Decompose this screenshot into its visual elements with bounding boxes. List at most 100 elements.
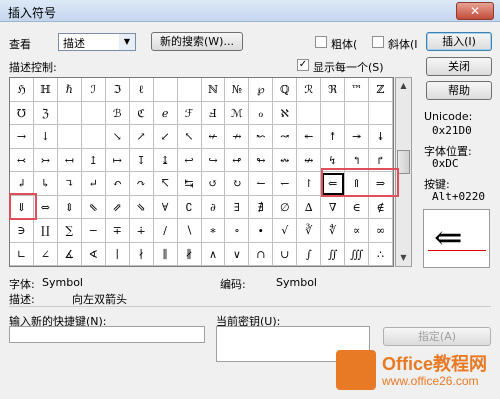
symbol-cell[interactable]: ↜ — [249, 125, 274, 149]
symbol-cell[interactable]: ↬ — [249, 148, 274, 172]
symbol-cell[interactable] — [57, 101, 82, 125]
symbol-cell[interactable]: ↫ — [225, 148, 250, 172]
symbol-cell[interactable] — [153, 78, 178, 102]
symbol-cell[interactable]: ↴ — [57, 172, 82, 196]
symbol-cell[interactable]: ∄ — [249, 195, 274, 219]
assign-button[interactable]: 指定(A) — [383, 327, 491, 346]
symbol-cell[interactable]: ℯ — [153, 101, 178, 125]
symbol-cell[interactable] — [345, 101, 370, 125]
symbol-cell[interactable]: ⇕ — [57, 195, 82, 219]
symbol-cell[interactable]: ↙ — [153, 125, 178, 149]
symbol-cell[interactable]: ↣ — [33, 148, 58, 172]
view-select[interactable]: 描述 ▼ — [58, 33, 136, 51]
symbol-cell[interactable]: ∜ — [321, 219, 346, 243]
symbol-cell[interactable]: ∁ — [177, 195, 202, 219]
symbol-cell[interactable]: ∨ — [225, 242, 250, 266]
symbol-cell[interactable]: ∘ — [225, 219, 250, 243]
symbol-cell[interactable]: ↲ — [10, 172, 34, 196]
symbol-cell[interactable]: ∋ — [10, 219, 34, 243]
symbol-cell[interactable]: ℧ — [10, 101, 34, 125]
symbol-cell[interactable]: ∞ — [369, 219, 393, 243]
symbol-cell[interactable]: ∂ — [201, 195, 226, 219]
symbol-cell[interactable]: ∛ — [297, 219, 322, 243]
symbol-cell[interactable]: ∣ — [105, 242, 130, 266]
symbol-cell[interactable]: ∇ — [321, 195, 346, 219]
symbol-cell[interactable] — [321, 101, 346, 125]
symbol-cell[interactable]: → — [10, 125, 34, 149]
symbol-cell[interactable] — [57, 125, 82, 149]
symbol-cell[interactable] — [297, 101, 322, 125]
symbol-cell[interactable]: ↸ — [153, 172, 178, 196]
symbol-cell[interactable]: ℚ — [273, 78, 298, 102]
symbol-cell[interactable]: ↧ — [129, 148, 154, 172]
symbol-cell[interactable]: Ⅎ — [201, 101, 226, 125]
symbol-cell[interactable]: ↖ — [177, 125, 202, 149]
symbol-cell[interactable]: ℴ — [249, 101, 274, 125]
symbol-cell[interactable]: ↠ — [345, 125, 370, 149]
symbol-cell[interactable]: ↘ — [105, 125, 130, 149]
symbol-cell[interactable]: ℑ — [105, 78, 130, 102]
symbol-cell[interactable]: ⇖ — [81, 195, 106, 219]
symbol-cell[interactable]: № — [225, 78, 250, 102]
scroll-up-icon[interactable]: ▲ — [397, 79, 410, 93]
symbol-cell[interactable]: ∩ — [249, 242, 274, 266]
symbol-cell[interactable]: ∝ — [345, 219, 370, 243]
italic-checkbox[interactable] — [372, 36, 384, 48]
symbol-cell[interactable]: ∦ — [177, 242, 202, 266]
symbol-cell[interactable]: ∖ — [177, 219, 202, 243]
symbol-cell[interactable]: ∟ — [10, 242, 34, 266]
symbol-cell[interactable]: ↳ — [33, 172, 58, 196]
symbol-cell[interactable]: ℘ — [249, 78, 274, 102]
close-icon[interactable]: ✕ — [456, 2, 494, 20]
symbol-cell[interactable]: ∥ — [153, 242, 178, 266]
symbol-cell[interactable]: ↵ — [81, 172, 106, 196]
symbol-cell[interactable]: ↹ — [177, 172, 202, 196]
symbol-cell[interactable]: ⇗ — [105, 195, 130, 219]
symbol-cell[interactable]: ∅ — [273, 195, 298, 219]
symbol-cell[interactable]: ∬ — [321, 242, 346, 266]
symbol-cell[interactable]: ∠ — [33, 242, 58, 266]
symbol-cell[interactable]: ℨ — [33, 101, 58, 125]
symbol-cell[interactable]: ↟ — [321, 125, 346, 149]
bold-checkbox[interactable] — [315, 36, 327, 48]
symbol-cell[interactable]: ↞ — [297, 125, 322, 149]
symbol-cell[interactable]: ℌ — [10, 78, 34, 102]
show-each-checkbox[interactable]: ✓ — [297, 59, 309, 71]
symbol-cell[interactable]: ↽ — [273, 172, 298, 196]
symbol-cell[interactable]: ℜ — [321, 78, 346, 102]
symbol-cell[interactable]: ℓ — [129, 78, 154, 102]
symbol-cell[interactable]: ℐ — [81, 78, 106, 102]
symbol-cell[interactable]: ∓ — [105, 219, 130, 243]
symbol-cell[interactable]: ∀ — [153, 195, 178, 219]
symbol-cell[interactable]: ™ — [345, 78, 370, 102]
symbol-cell[interactable]: ↥ — [81, 148, 106, 172]
symbol-cell[interactable]: ∢ — [81, 242, 106, 266]
scroll-down-icon[interactable]: ▼ — [397, 251, 410, 265]
symbol-cell[interactable]: ⇘ — [129, 195, 154, 219]
close-button[interactable]: 关闭 — [426, 57, 492, 76]
symbol-cell[interactable]: ∉ — [369, 195, 393, 219]
symbol-cell[interactable]: ℵ — [273, 101, 298, 125]
symbol-cell[interactable]: ℭ — [129, 101, 154, 125]
symbol-cell[interactable]: ∧ — [201, 242, 226, 266]
symbol-cell[interactable]: ℏ — [57, 78, 82, 102]
symbol-cell[interactable]: ↮ — [297, 148, 322, 172]
symbol-cell[interactable]: ↦ — [105, 148, 130, 172]
new-search-button[interactable]: 新的搜索(W)... — [151, 32, 243, 51]
symbol-cell[interactable]: ⇔ — [33, 195, 58, 219]
symbol-cell[interactable]: ↢ — [10, 148, 34, 172]
symbol-cell[interactable]: ↛ — [225, 125, 250, 149]
symbol-cell[interactable] — [81, 125, 106, 149]
symbol-cell[interactable]: ↚ — [201, 125, 226, 149]
symbol-cell[interactable]: ∕ — [153, 219, 178, 243]
symbol-cell[interactable]: ∪ — [273, 242, 298, 266]
symbol-cell[interactable]: ∫ — [297, 242, 322, 266]
symbol-cell[interactable]: ∡ — [57, 242, 82, 266]
help-button[interactable]: 帮助 — [426, 81, 492, 100]
symbol-cell[interactable]: ℳ — [225, 101, 250, 125]
symbol-cell[interactable]: ↪ — [201, 148, 226, 172]
symbol-cell[interactable]: ↡ — [369, 125, 393, 149]
symbol-cell[interactable]: ↓ — [33, 125, 58, 149]
symbol-cell[interactable]: ↤ — [57, 148, 82, 172]
symbol-cell[interactable]: ↻ — [225, 172, 250, 196]
